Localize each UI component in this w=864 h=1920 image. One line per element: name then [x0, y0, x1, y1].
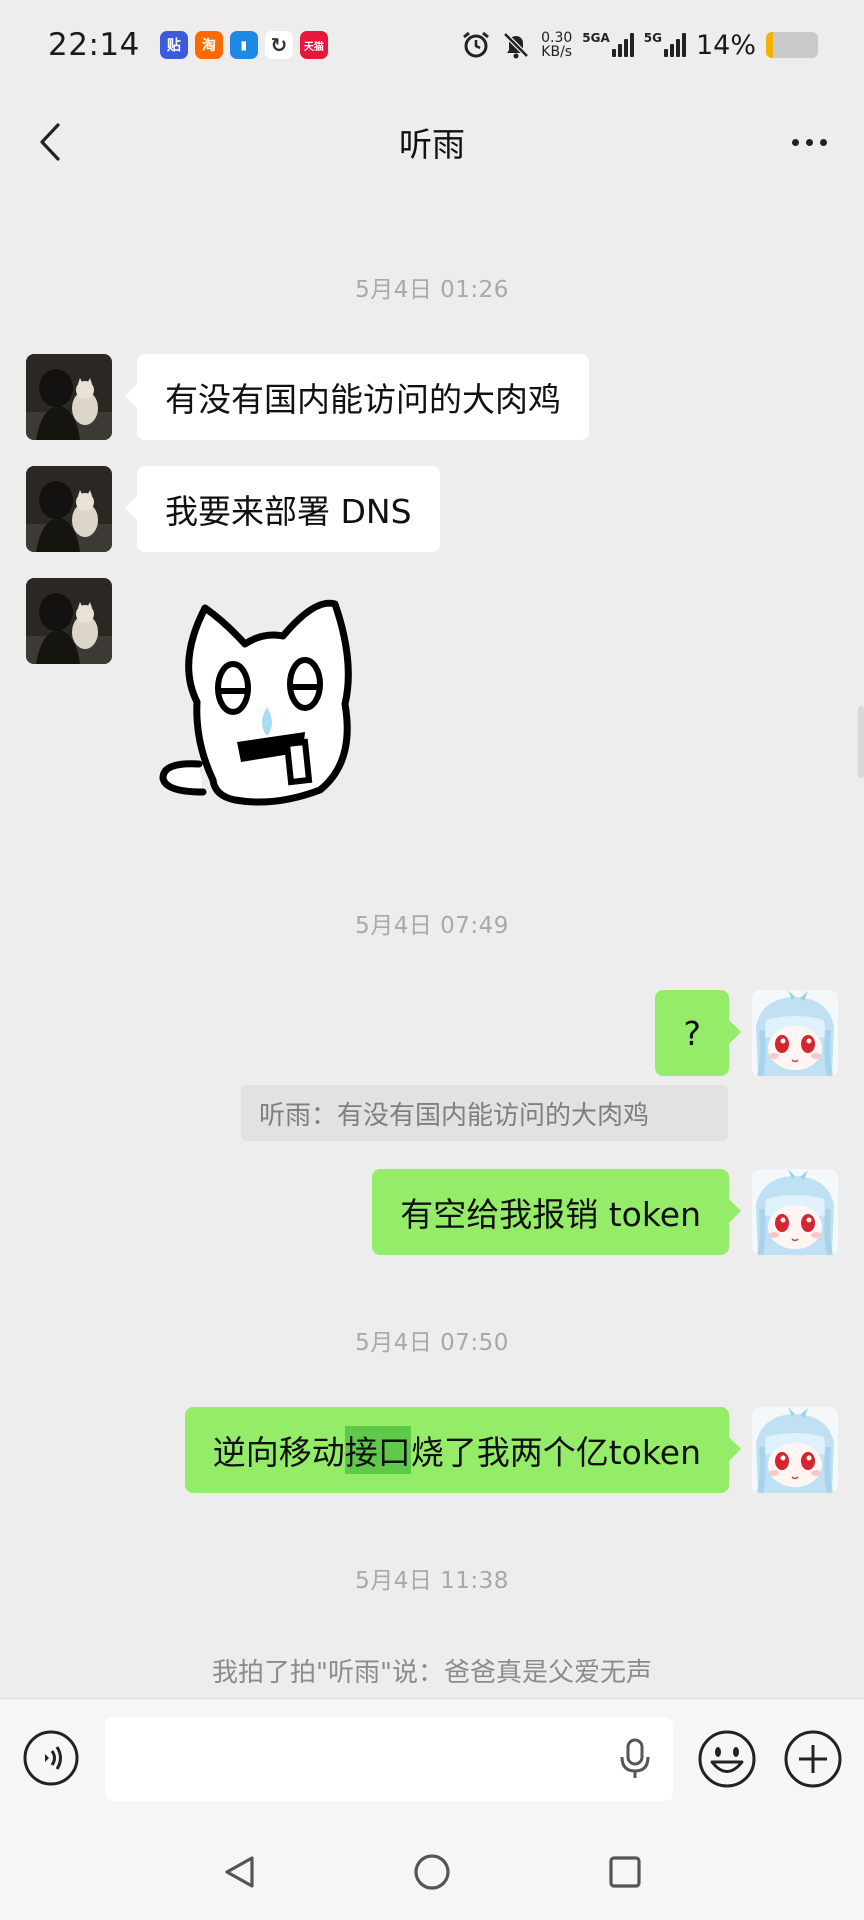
- message-bubble-self[interactable]: 逆向移动 接口 烧了我两个亿token: [184, 1407, 742, 1493]
- cat-sticker[interactable]: [155, 592, 370, 822]
- mute-bell-icon: [503, 32, 529, 59]
- notification-icons: 贴 淘 ▮ ↻ 天猫: [159, 31, 328, 59]
- message-bubble-self[interactable]: ?: [655, 990, 741, 1076]
- message-bubble[interactable]: 我要来部署 DNS: [125, 466, 440, 552]
- message-text: 有空给我报销 token: [400, 1195, 701, 1234]
- emoji-icon: [698, 1730, 756, 1788]
- system-back-button[interactable]: [216, 1849, 262, 1895]
- net-speed-value: 0.30: [541, 30, 573, 46]
- message-text: ?: [683, 1013, 701, 1053]
- chat-header: 听雨: [0, 100, 864, 184]
- triangle-back-icon: [225, 1856, 254, 1888]
- tieba-app-icon: 贴: [159, 31, 188, 59]
- scroll-handle[interactable]: [858, 706, 864, 778]
- battery-icon: [766, 32, 818, 58]
- message-bubble-self[interactable]: 有空给我报销 token: [372, 1169, 741, 1255]
- more-actions-button[interactable]: [783, 1729, 843, 1789]
- input-bar: [0, 1698, 864, 1920]
- message-text: 有没有国内能访问的大肉鸡: [165, 380, 561, 419]
- network-speed: 0.30 KB/s: [541, 31, 572, 59]
- signal-5ga-label: 5GA: [582, 31, 610, 45]
- emoji-button[interactable]: [697, 1729, 757, 1789]
- plus-icon: [784, 1730, 842, 1788]
- circle-home-icon: [414, 1854, 450, 1890]
- crying-cat-sticker-icon: [159, 599, 352, 806]
- selected-text-highlight[interactable]: 接口: [344, 1426, 411, 1474]
- signal-5ga: 5GA: [582, 31, 634, 57]
- timestamp: 5月4日 01:26: [355, 277, 509, 303]
- quoted-message-text: 听雨：有没有国内能访问的大肉鸡: [259, 1100, 650, 1131]
- signal-bars-icon: [611, 33, 634, 57]
- signal-5g: 5G: [643, 31, 686, 57]
- more-dots-icon: [791, 138, 799, 146]
- chevron-left-icon: [40, 123, 60, 161]
- system-home-button[interactable]: [409, 1849, 455, 1895]
- message-text-part: 烧了我两个亿token: [410, 1433, 701, 1472]
- microphone-icon: [620, 1738, 650, 1778]
- timestamp: 5月4日 07:50: [355, 1330, 509, 1356]
- signal-5g-label: 5G: [643, 31, 662, 45]
- net-speed-unit: KB/s: [541, 44, 573, 60]
- mic-button[interactable]: [614, 1737, 656, 1781]
- alarm-icon: [463, 31, 490, 58]
- avatar-self[interactable]: [752, 1169, 838, 1255]
- avatar-self[interactable]: [752, 1407, 838, 1493]
- signal-bars-icon: [663, 33, 686, 57]
- message-input[interactable]: [105, 1717, 673, 1801]
- system-navigation-bar: [0, 1849, 864, 1899]
- status-bar: 22:14 贴 淘 ▮ ↻ 天猫 0.30 KB/s 5GA 5G 14%: [0, 0, 864, 90]
- quoted-message[interactable]: 听雨：有没有国内能访问的大肉鸡: [241, 1085, 728, 1141]
- avatar-self[interactable]: [752, 990, 838, 1076]
- avatar-contact[interactable]: [26, 578, 112, 664]
- clock: 22:14: [48, 27, 140, 63]
- avatar-contact[interactable]: [26, 354, 112, 440]
- system-recents-button[interactable]: [602, 1849, 648, 1895]
- tmall-app-icon: 天猫: [299, 31, 328, 59]
- avatar-contact[interactable]: [26, 466, 112, 552]
- taobao-app-icon: 淘: [194, 31, 223, 59]
- message-text: 我要来部署 DNS: [165, 492, 412, 531]
- timestamp: 5月4日 07:49: [355, 913, 509, 939]
- chat-title: 听雨: [399, 125, 465, 164]
- back-button[interactable]: [30, 120, 70, 164]
- message-text-part: 逆向移动: [212, 1433, 345, 1472]
- battery-percent: 14%: [695, 29, 756, 61]
- message-app-icon: ▮: [229, 31, 258, 59]
- voice-icon: [23, 1730, 79, 1786]
- square-recents-icon: [609, 1856, 641, 1888]
- pat-notice: 我拍了拍"听雨"说：爸爸真是父爱无声: [212, 1658, 652, 1688]
- more-button[interactable]: [784, 120, 834, 164]
- message-bubble[interactable]: 有没有国内能访问的大肉鸡: [125, 354, 589, 440]
- status-indicators: 0.30 KB/s 5GA 5G 14%: [461, 30, 818, 61]
- timestamp: 5月4日 11:38: [355, 1568, 509, 1594]
- voice-mode-button[interactable]: [22, 1729, 80, 1787]
- sync-app-icon: ↻: [264, 31, 293, 59]
